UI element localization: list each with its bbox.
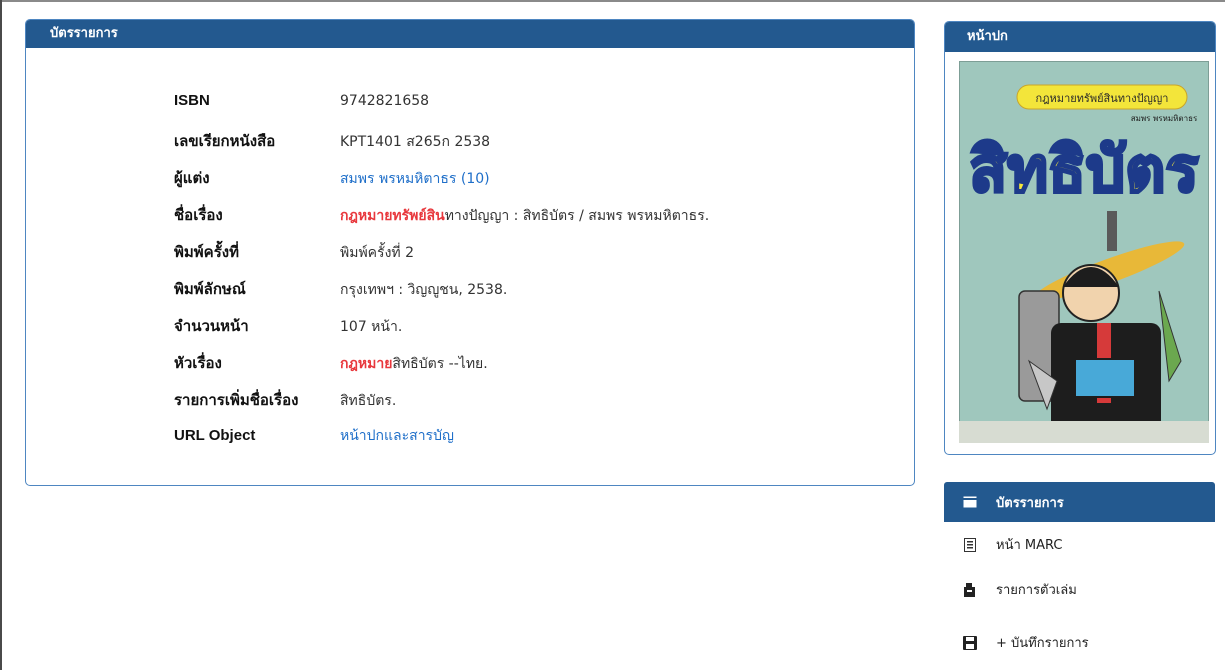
- author-link[interactable]: สมพร พรหมหิตาธร (10): [340, 168, 490, 190]
- save-icon: [962, 635, 978, 651]
- field-label: รายการเพิ่มชื่อเรื่อง: [174, 392, 299, 409]
- field-label: เลขเรียกหนังสือ: [174, 133, 276, 150]
- field-pages: จำนวนหน้า 107 หน้า.: [174, 314, 709, 351]
- cover-card-title: หน้าปก: [945, 22, 1215, 52]
- field-label: ชื่อเรื่อง: [174, 207, 223, 224]
- field-value: 9742821658: [340, 93, 430, 109]
- menu-item-save-record[interactable]: + บันทึกรายการ: [944, 620, 1215, 665]
- field-label: พิมพ์ครั้งที่: [174, 244, 239, 261]
- cover-title-text: สิทธิบัตร: [969, 133, 1198, 206]
- field-value: กฎหมายสิทธิบัตร --ไทย.: [340, 353, 488, 375]
- page-frame-top: [0, 0, 1225, 2]
- url-object-link[interactable]: หน้าปกและสารบัญ: [340, 425, 454, 447]
- subject-rest: สิทธิบัตร --ไทย.: [392, 356, 488, 372]
- field-value: 107 หน้า.: [340, 319, 403, 335]
- menu-item-items[interactable]: รายการตัวเล่ม: [944, 567, 1215, 612]
- search-highlight: กฎหมาย: [340, 356, 393, 372]
- field-call-number: เลขเรียกหนังสือ KPT1401 ส265ก 2538: [174, 129, 709, 166]
- field-label: ผู้แต่ง: [174, 170, 210, 187]
- catalog-card-title: บัตรรายการ: [26, 20, 914, 48]
- catalog-fields: ISBN 9742821658 เลขเรียกหนังสือ KPT1401 …: [174, 92, 709, 462]
- card-icon: [962, 494, 978, 510]
- page-frame-left: [0, 0, 2, 670]
- cover-card: หน้าปก กฎหมายทรัพย์สินทางปัญญา สิทธิบัตร…: [944, 21, 1216, 455]
- menu-item-label: รายการตัวเล่ม: [996, 583, 1077, 598]
- title-rest: ทางปัญญา : สิทธิบัตร / สมพร พรหมหิตาธร.: [444, 208, 710, 224]
- field-value: กรุงเทพฯ : วิญญูชน, 2538.: [340, 282, 508, 298]
- field-label: URL Object: [174, 427, 256, 444]
- record-menu: บัตรรายการ หน้า MARC รายการตัวเล่ม + บัน…: [944, 482, 1215, 665]
- items-icon: [962, 582, 978, 598]
- field-author: ผู้แต่ง สมพร พรหมหิตาธร (10): [174, 166, 709, 203]
- cover-author-text: สมพร พรหมหิตาธร: [1131, 114, 1198, 123]
- book-cover-image[interactable]: กฎหมายทรัพย์สินทางปัญญา สิทธิบัตร สมพร พ…: [958, 60, 1210, 444]
- cover-banner-text: กฎหมายทรัพย์สินทางปัญญา: [1036, 92, 1169, 105]
- field-value: กฎหมายทรัพย์สินทางปัญญา : สิทธิบัตร / สม…: [340, 205, 709, 227]
- field-label: หัวเรื่อง: [174, 355, 222, 372]
- field-value: สิทธิบัตร.: [340, 393, 397, 409]
- field-label: จำนวนหน้า: [174, 318, 249, 335]
- field-label: ISBN: [174, 92, 210, 109]
- field-value: KPT1401 ส265ก 2538: [340, 134, 491, 150]
- field-added-title: รายการเพิ่มชื่อเรื่อง สิทธิบัตร.: [174, 388, 709, 425]
- menu-item-label: หน้า MARC: [996, 538, 1063, 553]
- field-title: ชื่อเรื่อง กฎหมายทรัพย์สินทางปัญญา : สิท…: [174, 203, 709, 240]
- field-value: พิมพ์ครั้งที่ 2: [340, 245, 414, 261]
- field-label: พิมพ์ลักษณ์: [174, 281, 246, 298]
- marc-icon: [962, 537, 978, 553]
- field-subject: หัวเรื่อง กฎหมายสิทธิบัตร --ไทย.: [174, 351, 709, 388]
- search-highlight: กฎหมายทรัพย์สิน: [340, 208, 445, 224]
- field-edition: พิมพ์ครั้งที่ พิมพ์ครั้งที่ 2: [174, 240, 709, 277]
- menu-item-catalog-card[interactable]: บัตรรายการ: [944, 482, 1215, 522]
- catalog-card: บัตรรายการ ISBN 9742821658 เลขเรียกหนังส…: [25, 19, 915, 486]
- field-imprint: พิมพ์ลักษณ์ กรุงเทพฯ : วิญญูชน, 2538.: [174, 277, 709, 314]
- field-url-object: URL Object หน้าปกและสารบัญ: [174, 425, 709, 462]
- menu-item-label: + บันทึกรายการ: [996, 636, 1089, 651]
- menu-item-label: บัตรรายการ: [996, 495, 1064, 511]
- field-isbn: ISBN 9742821658: [174, 92, 709, 129]
- menu-item-marc[interactable]: หน้า MARC: [944, 522, 1215, 567]
